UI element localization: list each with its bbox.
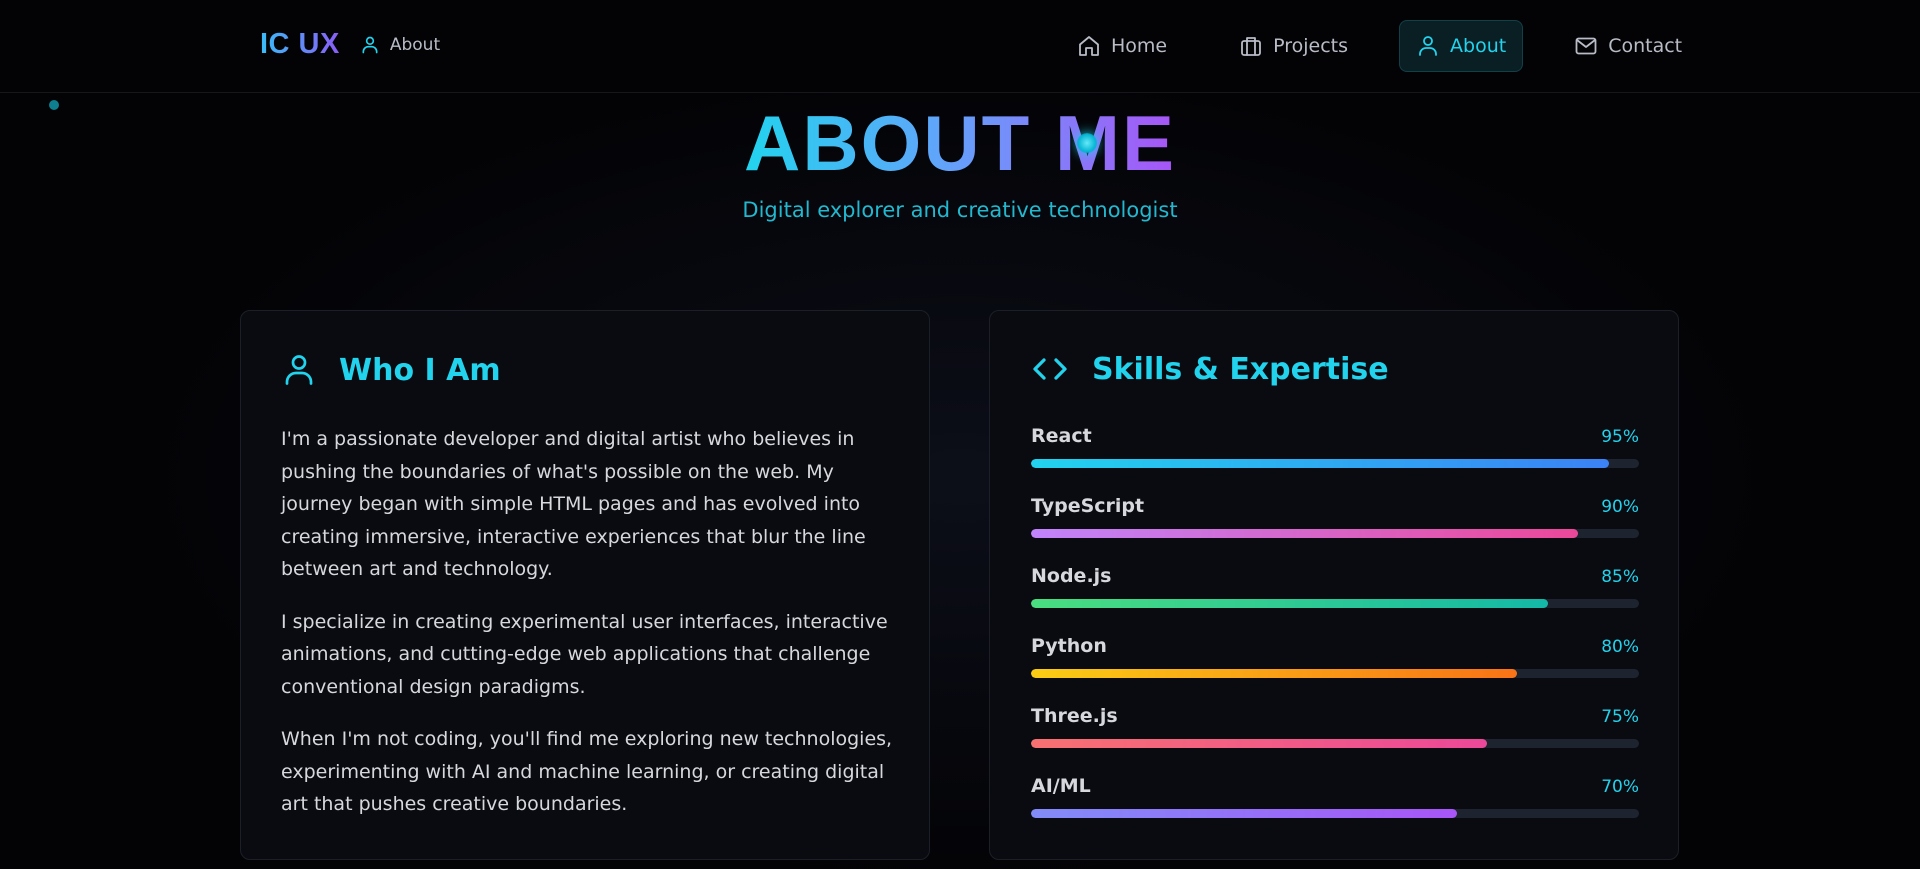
skill-bar-track — [1031, 599, 1639, 608]
skill-item: AI/ML 70% — [1031, 775, 1639, 845]
skill-bar-fill — [1031, 599, 1548, 608]
user-icon — [362, 36, 378, 53]
skill-percent: 80% — [1601, 637, 1639, 657]
nav-contact[interactable]: Contact — [1557, 20, 1699, 72]
skill-bar-track — [1031, 459, 1639, 468]
who-i-am-card: Who I Am I'm a passionate developer and … — [240, 310, 930, 860]
page-title: ABOUT ME — [0, 98, 1920, 188]
skill-bar-track — [1031, 739, 1639, 748]
skills-card: Skills & Expertise React 95% TypeScript … — [989, 310, 1679, 860]
skill-bar-fill — [1031, 459, 1609, 468]
skill-bar-fill — [1031, 739, 1487, 748]
code-icon — [1033, 358, 1067, 380]
bio-paragraph: I'm a passionate developer and digital a… — [281, 428, 866, 580]
current-page-indicator: About — [360, 34, 440, 56]
who-i-am-header: Who I Am — [281, 351, 501, 389]
skill-percent: 90% — [1601, 497, 1639, 517]
nav-home[interactable]: Home — [1060, 20, 1184, 72]
bio-paragraph: I specialize in creating experimental us… — [281, 610, 888, 698]
bio-paragraph: When I'm not coding, you'll find me expl… — [281, 728, 893, 815]
skill-name: Three.js — [1031, 705, 1118, 727]
nav-about-label: About — [1450, 35, 1507, 57]
skill-name: AI/ML — [1031, 775, 1091, 797]
bio-text: I'm a passionate developer and digital a… — [281, 423, 901, 841]
skill-bar-fill — [1031, 669, 1518, 678]
logo[interactable]: IC UX — [260, 28, 340, 61]
skill-name: Python — [1031, 635, 1107, 657]
nav-projects-label: Projects — [1273, 35, 1349, 57]
skill-item: Three.js 75% — [1031, 705, 1639, 775]
user-icon — [1419, 36, 1437, 56]
nav-contact-label: Contact — [1608, 35, 1683, 57]
skill-item: React 95% — [1031, 425, 1639, 495]
skill-item: TypeScript 90% — [1031, 495, 1639, 565]
navbar: IC UX About Home Projects About Contact — [0, 0, 1920, 93]
cursor-orb — [1077, 133, 1097, 153]
skill-bar-track — [1031, 529, 1639, 538]
skill-percent: 70% — [1601, 777, 1639, 797]
brand: IC UX About — [260, 28, 440, 61]
skill-bar-fill — [1031, 809, 1457, 818]
skill-percent: 85% — [1601, 567, 1639, 587]
skill-item: Node.js 85% — [1031, 565, 1639, 635]
nav-home-label: Home — [1111, 35, 1168, 57]
page-subtitle: Digital explorer and creative technologi… — [742, 198, 1178, 222]
mail-icon — [1575, 37, 1597, 55]
home-icon — [1079, 36, 1099, 56]
skill-percent: 95% — [1601, 427, 1639, 447]
nav-links: Home Projects About Contact — [1060, 20, 1711, 72]
briefcase-icon — [1241, 37, 1262, 56]
nav-projects[interactable]: Projects — [1222, 20, 1365, 72]
skill-percent: 75% — [1601, 707, 1639, 727]
skill-bar-track — [1031, 809, 1639, 818]
skills-title: Skills & Expertise — [1092, 351, 1389, 387]
skill-name: React — [1031, 425, 1092, 447]
nav-about[interactable]: About — [1399, 20, 1524, 72]
skill-item: Python 80% — [1031, 635, 1639, 705]
skill-name: Node.js — [1031, 565, 1112, 587]
current-page-label: About — [389, 34, 441, 55]
skill-bar-fill — [1031, 529, 1579, 538]
skill-bar-track — [1031, 669, 1639, 678]
skills-list: React 95% TypeScript 90% Node.js 85% Pyt… — [1031, 425, 1639, 845]
skill-name: TypeScript — [1031, 495, 1145, 517]
who-i-am-title: Who I Am — [339, 352, 501, 388]
page-title-text: ABOUT ME — [744, 99, 1176, 187]
skills-header: Skills & Expertise — [1030, 351, 1389, 387]
user-icon — [285, 355, 313, 385]
